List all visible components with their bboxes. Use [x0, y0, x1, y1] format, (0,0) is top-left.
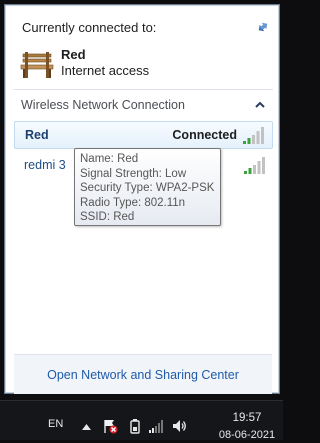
battery-icon[interactable]	[127, 418, 143, 434]
refresh-arrows-icon[interactable]	[255, 19, 271, 35]
wifi-signal-icon	[244, 157, 265, 174]
flyout-footer: Open Network and Sharing Center	[14, 354, 272, 394]
bench-icon	[20, 52, 54, 78]
action-center-icon[interactable]	[102, 418, 118, 434]
taskbar-clock[interactable]: 19:57 08-06-2021	[215, 411, 279, 443]
language-indicator[interactable]: EN	[48, 418, 63, 430]
tooltip-signal-strength: Signal Strength: Low	[80, 167, 187, 180]
current-network-status: Internet access	[61, 63, 150, 78]
open-network-center-link[interactable]: Open Network and Sharing Center	[14, 368, 272, 382]
tooltip-name: Name: Red	[80, 153, 139, 165]
tooltip-ssid: SSID: Red	[80, 211, 135, 223]
wifi-signal-icon[interactable]	[148, 418, 164, 434]
current-network-name: Red	[61, 47, 86, 62]
group-header[interactable]: Wireless Network Connection	[21, 98, 185, 112]
clock-date: 08-06-2021	[218, 429, 276, 441]
wifi-signal-icon	[243, 127, 264, 144]
current-network-text: Red Internet access	[61, 47, 149, 79]
network-flyout: Currently connected to: Red Internet acc…	[4, 4, 280, 394]
taskbar: EN 19:57 08-06-2021	[0, 400, 283, 443]
network-item-red[interactable]: Red Connected	[14, 121, 273, 149]
current-network: Red Internet access	[20, 47, 149, 80]
network-status: Connected	[172, 128, 237, 142]
network-tooltip: Name: Red Signal Strength: Low Security …	[74, 148, 221, 226]
tooltip-radio-type: Radio Type: 802.11n	[80, 196, 186, 209]
network-name: redmi 3	[24, 158, 66, 172]
chevron-up-icon[interactable]	[255, 101, 265, 109]
speaker-icon[interactable]	[171, 418, 187, 434]
tooltip-security-type: Security Type: WPA2-PSK	[80, 182, 215, 194]
connected-to-heading: Currently connected to:	[22, 20, 157, 35]
network-name: Red	[25, 128, 49, 142]
tray-expand-icon[interactable]	[82, 424, 91, 430]
clock-time: 19:57	[232, 412, 262, 424]
divider	[13, 89, 273, 90]
